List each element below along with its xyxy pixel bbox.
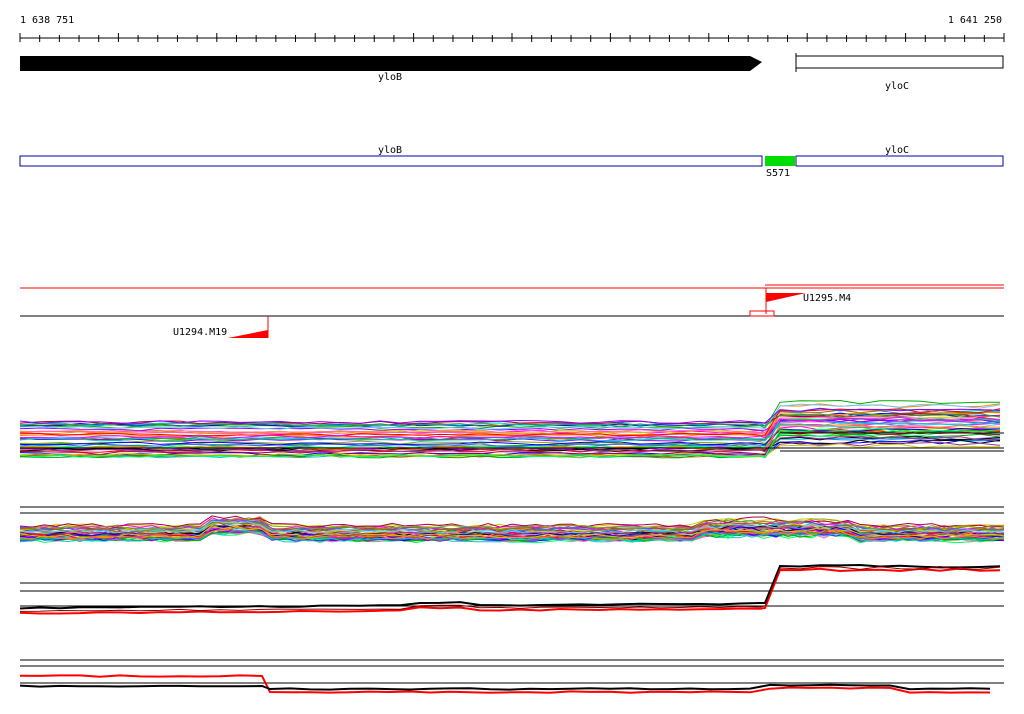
transcription-unit-track: U1295.M4 U1294.M19 — [20, 284, 1004, 338]
segment-label-yloC: yloC — [885, 145, 909, 156]
gene-label-yloB: yloB — [378, 72, 402, 83]
segment-yloB[interactable] — [19, 155, 763, 167]
expression-panel-conditions — [19, 399, 1004, 459]
expression-panel-summary-downshift — [19, 659, 1004, 694]
segment-yloC[interactable] — [795, 155, 1004, 167]
coordinate-ruler: 1 638 751 1 641 250 — [19, 15, 1005, 42]
tu-flag-U1294-M19[interactable] — [228, 330, 268, 338]
tu-flag-U1295-M4[interactable] — [766, 293, 806, 302]
gene-annotation-track: yloB yloC — [20, 53, 1004, 92]
ruler-end-label: 1 641 250 — [948, 15, 1002, 26]
expression-panel-summary-upshift — [19, 563, 1004, 615]
segment-label-s571: S571 — [766, 168, 790, 179]
segment-label-yloB: yloB — [378, 145, 402, 156]
expression-panel-tiling — [19, 506, 1005, 544]
ruler-start-label: 1 638 751 — [20, 15, 74, 26]
segment-s571[interactable] — [765, 156, 795, 166]
gene-arrow-yloB[interactable] — [20, 56, 762, 71]
gene-box-yloC[interactable] — [795, 55, 1004, 69]
tu-bracket-U1295-M4 — [749, 310, 775, 317]
genome-browser-canvas: 1 638 751 1 641 250 yloB yloC yloB S571 … — [19, 15, 1005, 694]
tu-label-U1295-M4: U1295.M4 — [803, 293, 851, 304]
tu-label-U1294-M19: U1294.M19 — [173, 327, 227, 338]
gene-label-yloC: yloC — [885, 81, 909, 92]
summary-profile-line — [19, 563, 1001, 610]
segment-track: yloB S571 yloC — [19, 145, 1004, 179]
